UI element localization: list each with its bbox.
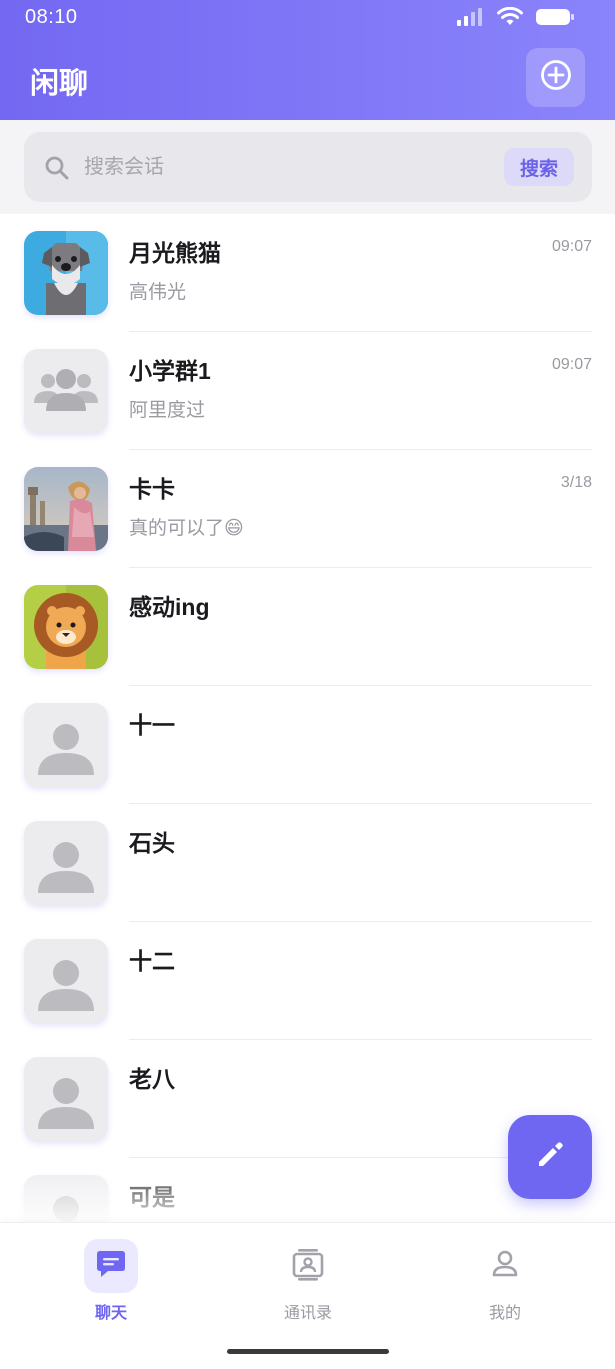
compose-button[interactable]: [508, 1115, 592, 1199]
nav-label: 我的: [488, 1305, 521, 1322]
search-button[interactable]: 搜索: [504, 148, 574, 186]
chat-time: 3/18: [560, 474, 592, 491]
search-icon: [44, 155, 70, 186]
photo-avatar: [24, 467, 108, 551]
contacts-icon: [291, 1247, 325, 1286]
chat-name: 十一: [129, 712, 175, 738]
chat-item[interactable]: 石头: [0, 804, 615, 922]
schnauzer-avatar: [24, 231, 108, 315]
add-button[interactable]: [526, 48, 585, 107]
chat-name: 老八: [129, 1066, 175, 1092]
chat-list: 月光熊猫 09:07 高伟光 小学群1 09:07 阿里度过 卡卡 3/18 真…: [0, 214, 615, 1222]
person-avatar: [24, 939, 108, 1023]
person-avatar: [24, 1175, 108, 1222]
status-bar: 08:10: [0, 0, 615, 36]
lion-avatar: [24, 585, 108, 669]
chat-name: 感动ing: [129, 594, 210, 620]
battery-icon: [535, 7, 575, 32]
status-icons: [457, 6, 575, 32]
chat-time: 09:07: [551, 356, 592, 373]
status-time: 08:10: [25, 6, 78, 28]
nav-tab-chat[interactable]: 聊天: [51, 1239, 171, 1329]
chat-item[interactable]: 小学群1 09:07 阿里度过: [0, 332, 615, 450]
chat-name: 石头: [129, 830, 175, 856]
chat-name: 月光熊猫: [129, 240, 221, 266]
nav-icon-wrap: [281, 1239, 335, 1293]
chat-icon: [94, 1247, 128, 1286]
chat-name: 十二: [129, 948, 175, 974]
chat-name: 小学群1: [129, 358, 211, 384]
chat-item[interactable]: 十二: [0, 922, 615, 1040]
chat-time: 09:07: [551, 238, 592, 255]
person-avatar: [24, 821, 108, 905]
nav-icon-wrap: [478, 1239, 532, 1293]
chat-preview: 阿里度过: [129, 400, 206, 421]
chat-item[interactable]: 月光熊猫 09:07 高伟光: [0, 214, 615, 332]
person-avatar: [24, 1057, 108, 1141]
group-avatar: [24, 349, 108, 433]
chat-preview: 真的可以了😄: [129, 518, 244, 539]
chat-item[interactable]: 卡卡 3/18 真的可以了😄: [0, 450, 615, 568]
search-area: 搜索: [0, 120, 615, 214]
signal-icon: [457, 7, 485, 32]
nav-tab-profile[interactable]: 我的: [445, 1239, 565, 1329]
chat-preview: 高伟光: [129, 282, 187, 303]
page-title: 闲聊: [30, 68, 89, 100]
chat-name: 可是: [129, 1184, 175, 1210]
chat-screen: 08:10 闲聊 搜索会话 搜索 月光熊猫 09:07 高伟光 小学群1 09:…: [0, 0, 615, 1369]
nav-icon-wrap: [84, 1239, 138, 1293]
home-indicator[interactable]: [227, 1349, 389, 1354]
person-avatar: [24, 703, 108, 787]
plus-circle-icon: [540, 59, 572, 96]
nav-label: 聊天: [94, 1305, 127, 1322]
chat-item[interactable]: 感动ing: [0, 568, 615, 686]
search-input[interactable]: [84, 146, 484, 188]
wifi-icon: [497, 6, 523, 32]
app-header: 08:10 闲聊: [0, 0, 615, 120]
nav-tab-contacts[interactable]: 通讯录: [248, 1239, 368, 1329]
bottom-nav: 聊天 通讯录 我的: [0, 1222, 615, 1369]
pencil-icon: [533, 1138, 567, 1177]
chat-item[interactable]: 十一: [0, 686, 615, 804]
profile-icon: [488, 1247, 522, 1286]
search-bar: 搜索: [24, 132, 592, 202]
chat-name: 卡卡: [129, 476, 175, 502]
nav-label: 通讯录: [283, 1305, 332, 1322]
